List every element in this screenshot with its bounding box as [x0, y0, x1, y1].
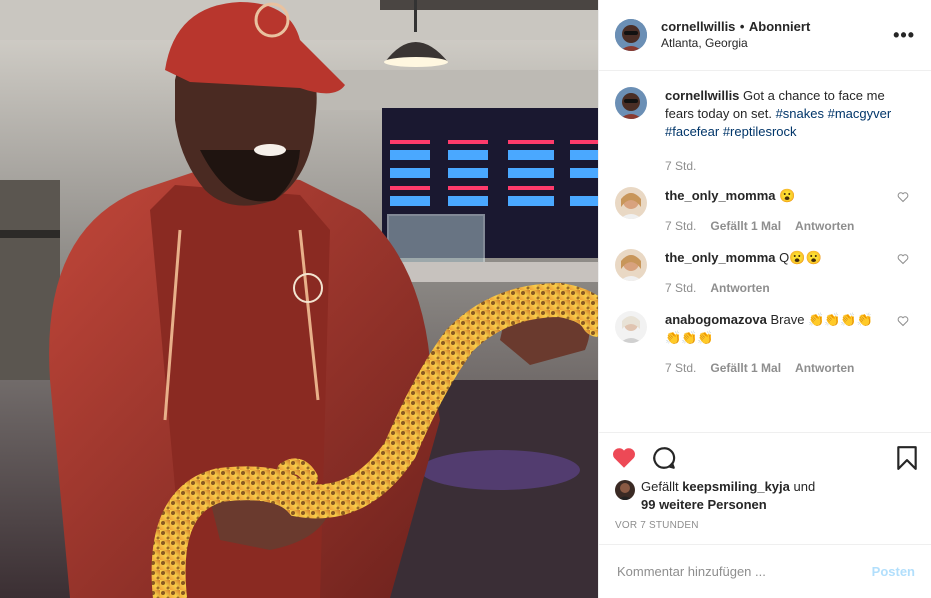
- likes-connector: und: [793, 479, 816, 494]
- comment-item: anabogomazova Brave 👏👏👏👏👏👏👏 7 Std. Gefäl…: [615, 311, 915, 377]
- bookmark-icon[interactable]: [895, 445, 919, 471]
- photo-illustration: [0, 0, 598, 598]
- comment-likes[interactable]: Gefällt 1 Mal: [710, 359, 781, 377]
- comment-likes[interactable]: Gefällt 1 Mal: [710, 217, 781, 235]
- header-separator: •: [739, 19, 745, 34]
- post-sidebar: cornellwillis • Abonniert Atlanta, Georg…: [598, 0, 931, 598]
- post-comment-button[interactable]: Posten: [872, 564, 915, 579]
- action-bar: [611, 443, 919, 473]
- comment-username[interactable]: the_only_momma: [665, 188, 776, 203]
- reply-button[interactable]: Antworten: [710, 279, 769, 297]
- reply-button[interactable]: Antworten: [795, 217, 854, 235]
- liker-avatar[interactable]: [615, 480, 635, 500]
- liker-username[interactable]: keepsmiling_kyja: [682, 479, 790, 494]
- comment-icon[interactable]: [651, 445, 677, 471]
- caption-meta: 7 Std.: [665, 157, 915, 175]
- hashtag[interactable]: #reptilesrock: [723, 124, 797, 139]
- comment-time[interactable]: 7 Std.: [665, 217, 696, 235]
- comment-meta: 7 Std. Gefällt 1 Mal Antworten: [665, 359, 885, 377]
- follow-status-button[interactable]: Abonniert: [749, 19, 810, 34]
- comment-body: the_only_momma Q😮😮 7 Std. Antworten: [665, 249, 915, 297]
- comment-like-icon[interactable]: [897, 253, 909, 265]
- comment-time[interactable]: 7 Std.: [665, 359, 696, 377]
- commenter-avatar[interactable]: [615, 187, 647, 219]
- hashtag[interactable]: #facefear: [665, 124, 719, 139]
- likes-text: Gefällt keepsmiling_kyja und 99 weitere …: [641, 478, 815, 514]
- comment-username[interactable]: the_only_momma: [665, 250, 776, 265]
- post-header: cornellwillis • Abonniert Atlanta, Georg…: [599, 0, 931, 71]
- comment-body: the_only_momma 😮 7 Std. Gefällt 1 Mal An…: [665, 187, 915, 235]
- comment-input[interactable]: [615, 563, 872, 580]
- comment-time[interactable]: 7 Std.: [665, 279, 696, 297]
- comment-body: anabogomazova Brave 👏👏👏👏👏👏👏 7 Std. Gefäl…: [665, 311, 915, 377]
- author-username[interactable]: cornellwillis: [661, 19, 735, 34]
- post-location[interactable]: Atlanta, Georgia: [661, 35, 893, 52]
- comment-like-icon[interactable]: [897, 191, 909, 203]
- heart-filled-icon[interactable]: [611, 445, 637, 471]
- caption-body: cornellwillis Got a chance to face me fe…: [665, 87, 915, 175]
- commenter-avatar[interactable]: [615, 249, 647, 281]
- likes-summary: Gefällt keepsmiling_kyja und 99 weitere …: [611, 478, 919, 514]
- author-avatar[interactable]: [615, 19, 647, 51]
- comment-item: the_only_momma 😮 7 Std. Gefällt 1 Mal An…: [615, 187, 915, 235]
- comment-text: 😮: [779, 188, 796, 203]
- post-header-meta: cornellwillis • Abonniert Atlanta, Georg…: [661, 18, 893, 52]
- comment-username[interactable]: anabogomazova: [665, 312, 767, 327]
- comment-item: the_only_momma Q😮😮 7 Std. Antworten: [615, 249, 915, 297]
- likes-prefix: Gefällt: [641, 479, 679, 494]
- comment-text: Q😮😮: [779, 250, 822, 265]
- post-photo[interactable]: [0, 0, 598, 598]
- caption-avatar[interactable]: [615, 87, 647, 119]
- caption-time[interactable]: 7 Std.: [665, 157, 696, 175]
- hashtag[interactable]: #macgyver: [828, 106, 892, 121]
- reply-button[interactable]: Antworten: [795, 359, 854, 377]
- post-timestamp[interactable]: VOR 7 STUNDEN: [611, 520, 919, 531]
- comment-like-icon[interactable]: [897, 315, 909, 327]
- caption-username[interactable]: cornellwillis: [665, 88, 739, 103]
- likes-others-link[interactable]: 99 weitere Personen: [641, 497, 767, 512]
- post-actions: Gefällt keepsmiling_kyja und 99 weitere …: [599, 432, 931, 544]
- comments-list[interactable]: cornellwillis Got a chance to face me fe…: [599, 71, 931, 432]
- comment-meta: 7 Std. Antworten: [665, 279, 885, 297]
- comment-meta: 7 Std. Gefällt 1 Mal Antworten: [665, 217, 885, 235]
- caption: cornellwillis Got a chance to face me fe…: [615, 87, 915, 175]
- comment-composer: Posten: [599, 544, 931, 598]
- more-options-icon[interactable]: •••: [893, 25, 915, 46]
- post-modal: cornellwillis • Abonniert Atlanta, Georg…: [0, 0, 931, 598]
- commenter-avatar[interactable]: [615, 311, 647, 343]
- hashtag[interactable]: #snakes: [776, 106, 824, 121]
